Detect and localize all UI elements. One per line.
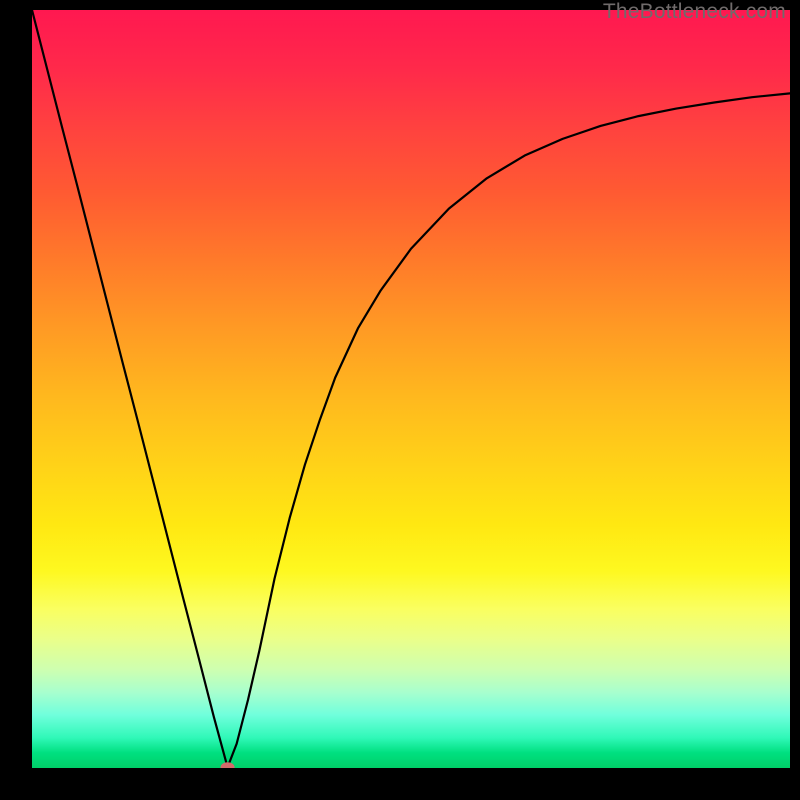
chart-container: TheBottleneck.com bbox=[0, 0, 800, 800]
watermark-text: TheBottleneck.com bbox=[603, 0, 786, 24]
bottleneck-curve bbox=[32, 10, 790, 767]
minimum-marker bbox=[221, 762, 235, 768]
curve-svg bbox=[32, 10, 790, 768]
plot-area bbox=[32, 10, 790, 768]
